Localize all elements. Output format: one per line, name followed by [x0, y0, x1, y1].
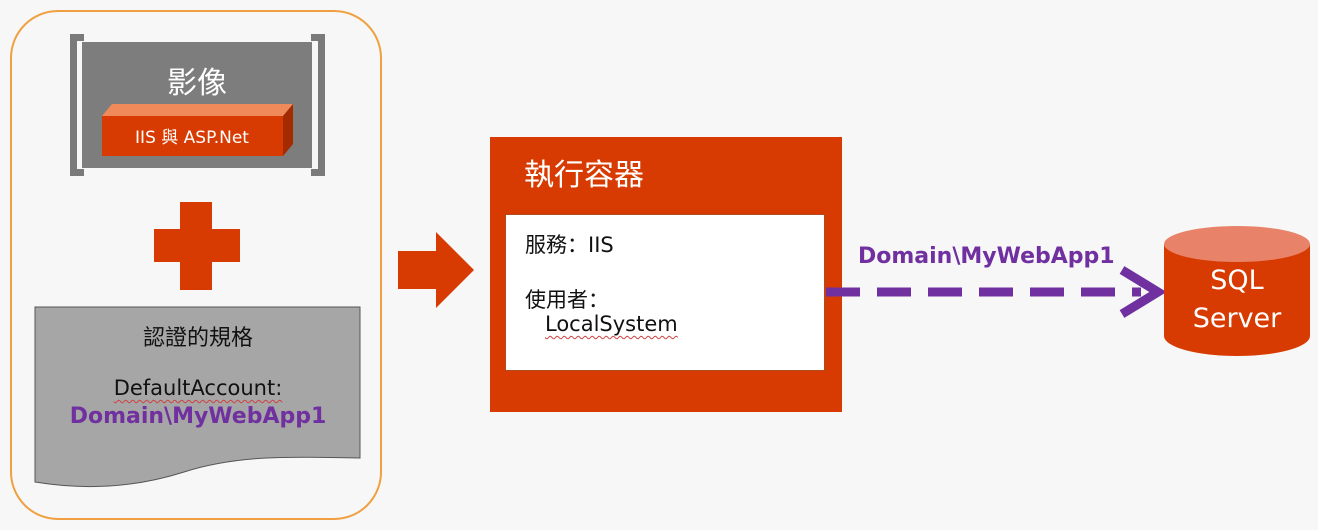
iis-aspnet-label: IIS 與 ASP.Net: [135, 128, 249, 148]
default-account-label: DefaultAccount:: [36, 376, 360, 400]
right-arrow-icon: [398, 232, 474, 308]
image-title: 影像: [167, 66, 227, 101]
user-label: 使用者：: [525, 288, 609, 312]
image-box-right-bracket: [311, 34, 325, 176]
default-account-value: Domain\MyWebApp1: [69, 404, 327, 429]
service-line: 服務：IIS: [525, 233, 614, 257]
image-box-left-bracket: [70, 34, 84, 176]
user-value: LocalSystem: [545, 312, 678, 336]
plus-icon-horizontal: [154, 229, 240, 262]
sql-server-label: SQL Server: [1166, 262, 1308, 338]
dashed-connection-arrow: [826, 266, 1167, 318]
credential-spec-title: 認證的規格: [142, 326, 253, 351]
sql-server-label-line2: Server: [1192, 303, 1282, 334]
default-account-label-text: DefaultAccount:: [113, 376, 283, 400]
iis-aspnet-block: IIS 與 ASP.Net: [102, 104, 293, 156]
connection-label: Domain\MyWebApp1: [858, 244, 1115, 269]
sql-server-label-line1: SQL: [1210, 265, 1264, 296]
execution-container-title: 執行容器: [524, 158, 644, 193]
